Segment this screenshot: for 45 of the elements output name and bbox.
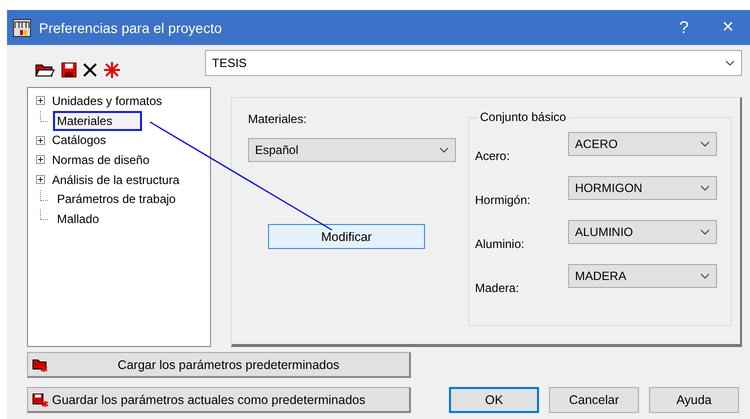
tree-item[interactable]: Catálogos: [48, 130, 110, 150]
chevron-icon: [700, 229, 710, 235]
save-icon: [32, 392, 50, 406]
modify-button[interactable]: Modificar: [268, 224, 425, 249]
material-dropdown[interactable]: MADERA: [568, 264, 717, 288]
help-button[interactable]: ?: [662, 10, 706, 45]
tree-item[interactable]: Normas de diseño: [48, 150, 154, 170]
group-title: Conjunto básico: [479, 110, 568, 124]
material-dropdown[interactable]: HORMIGON: [568, 176, 717, 200]
tree-item[interactable]: Parámetros de trabajo: [53, 189, 180, 210]
window-title: Preferencias para el proyecto: [39, 20, 223, 36]
sparkle-icon[interactable]: [103, 61, 121, 79]
chevron-icon: [700, 273, 710, 279]
material-label: Acero:: [475, 149, 510, 163]
material-dropdown[interactable]: ALUMINIO: [568, 220, 717, 244]
material-label: Aluminio:: [475, 237, 524, 251]
folder-icon[interactable]: [35, 62, 55, 78]
expand-icon[interactable]: [36, 96, 45, 106]
expand-icon[interactable]: [36, 136, 45, 145]
dialog-button[interactable]: Cancelar: [549, 387, 639, 413]
materials-dropdown[interactable]: Español: [248, 138, 456, 162]
chevron-icon: [439, 147, 449, 153]
delete-icon[interactable]: [83, 63, 97, 77]
close-button[interactable]: ×: [706, 10, 750, 45]
app-icon: [13, 18, 31, 36]
save-defaults-button[interactable]: Guardar los parámetros actuales como predeterminados: [27, 387, 411, 413]
chevron-icon: [700, 141, 710, 147]
project-dropdown[interactable]: TESIS: [205, 50, 742, 76]
tree-item[interactable]: Unidades y formatos: [48, 90, 166, 111]
dialog-button[interactable]: OK: [449, 387, 539, 413]
material-label: Madera:: [475, 281, 520, 295]
expand-icon[interactable]: [36, 175, 45, 184]
materials-label: Materiales:: [248, 112, 308, 126]
dialog-button[interactable]: Ayuda: [649, 387, 739, 413]
tree-item[interactable]: Mallado: [53, 208, 104, 229]
expand-icon[interactable]: [36, 155, 45, 164]
material-dropdown[interactable]: ACERO: [568, 132, 717, 156]
tree-item[interactable]: Análisis de la estructura: [48, 170, 184, 190]
tree-item[interactable]: Materiales: [53, 110, 142, 131]
chevron-icon: [725, 60, 735, 66]
save-icon[interactable]: [61, 62, 77, 78]
folder-icon: [32, 358, 50, 372]
material-label: Hormigón:: [475, 193, 530, 207]
load-defaults-button[interactable]: Cargar los parámetros predeterminados: [27, 352, 411, 378]
chevron-icon: [700, 185, 710, 191]
